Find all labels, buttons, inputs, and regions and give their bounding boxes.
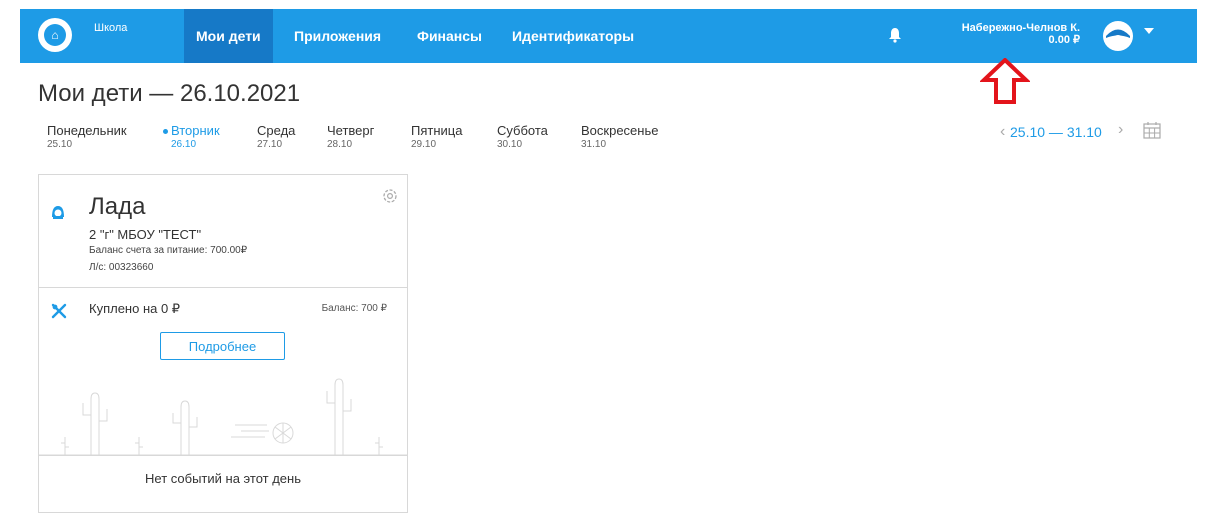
day-name: Понедельник bbox=[47, 123, 127, 138]
bell-icon[interactable] bbox=[888, 27, 902, 43]
selected-dot-icon bbox=[163, 129, 168, 135]
child-name: Лада bbox=[89, 193, 146, 220]
day-friday[interactable]: Пятница 29.10 bbox=[411, 123, 462, 150]
prev-week-button[interactable]: ‹ bbox=[1000, 123, 1005, 141]
top-navigation-bar: ⌂ Школа Мои дети Приложения Финансы Иден… bbox=[20, 9, 1197, 63]
school-class: 2 "г" МБОУ "ТЕСТ" bbox=[89, 227, 202, 242]
school-logo[interactable]: ⌂ bbox=[38, 18, 72, 52]
divider bbox=[39, 455, 407, 456]
day-monday[interactable]: Понедельник 25.10 bbox=[47, 123, 127, 150]
chevron-down-icon[interactable] bbox=[1144, 28, 1154, 34]
day-date: 25.10 bbox=[47, 139, 73, 150]
child-avatar-icon bbox=[52, 206, 64, 219]
logo-icon: ⌂ bbox=[44, 24, 66, 46]
avatar-icon[interactable] bbox=[1100, 19, 1136, 53]
day-date: 27.10 bbox=[257, 139, 283, 150]
day-name: Вторник bbox=[171, 123, 220, 138]
annotation-arrow bbox=[980, 58, 1030, 104]
day-name: Среда bbox=[257, 123, 296, 138]
user-balance: 0.00 ₽ bbox=[1048, 34, 1080, 46]
day-date: 29.10 bbox=[411, 139, 437, 150]
divider bbox=[39, 287, 407, 288]
day-name: Пятница bbox=[411, 123, 463, 138]
day-date: 30.10 bbox=[497, 139, 523, 150]
day-sunday[interactable]: Воскресенье 31.10 bbox=[581, 123, 658, 150]
food-balance: Баланс счета за питание: 700.00₽ bbox=[89, 245, 248, 256]
next-week-button[interactable]: › bbox=[1118, 121, 1123, 139]
brand-label: Школа bbox=[94, 22, 128, 34]
day-saturday[interactable]: Суббота 30.10 bbox=[497, 123, 548, 150]
no-events-message: Нет событий на этот день bbox=[145, 471, 301, 486]
user-info[interactable]: Набережно-Челнов К. 0.00 ₽ bbox=[910, 22, 1080, 46]
empty-state-illustration bbox=[39, 378, 407, 456]
details-button[interactable]: Подробнее bbox=[160, 332, 285, 360]
day-date: 28.10 bbox=[327, 139, 353, 150]
user-name: Набережно-Челнов К. bbox=[961, 22, 1080, 34]
nav-applications[interactable]: Приложения bbox=[282, 9, 393, 63]
day-name: Суббота bbox=[497, 123, 548, 138]
day-date: 31.10 bbox=[581, 139, 607, 150]
nav-my-children[interactable]: Мои дети bbox=[184, 9, 273, 63]
calendar-icon[interactable] bbox=[1143, 122, 1161, 139]
gear-icon[interactable] bbox=[381, 187, 399, 205]
day-tuesday[interactable]: Вторник 26.10 bbox=[163, 123, 220, 150]
day-name: Воскресенье bbox=[581, 123, 659, 138]
day-thursday[interactable]: Четверг 28.10 bbox=[327, 123, 374, 150]
nav-finances[interactable]: Финансы bbox=[405, 9, 494, 63]
day-wednesday[interactable]: Среда 27.10 bbox=[257, 123, 295, 150]
week-range[interactable]: 25.10 — 31.10 bbox=[1010, 124, 1102, 140]
page-title: Мои дети — 26.10.2021 bbox=[38, 80, 301, 107]
account-number: Л/с: 00323660 bbox=[89, 262, 154, 273]
child-card: Лада 2 "г" МБОУ "ТЕСТ" Баланс счета за п… bbox=[38, 174, 408, 513]
bought-amount: Куплено на 0 ₽ bbox=[89, 301, 181, 316]
day-date: 26.10 bbox=[171, 139, 197, 150]
balance: Баланс: 700 ₽ bbox=[321, 303, 387, 314]
cutlery-icon bbox=[51, 303, 67, 319]
nav-identifiers[interactable]: Идентификаторы bbox=[500, 9, 646, 63]
day-name: Четверг bbox=[327, 123, 375, 138]
